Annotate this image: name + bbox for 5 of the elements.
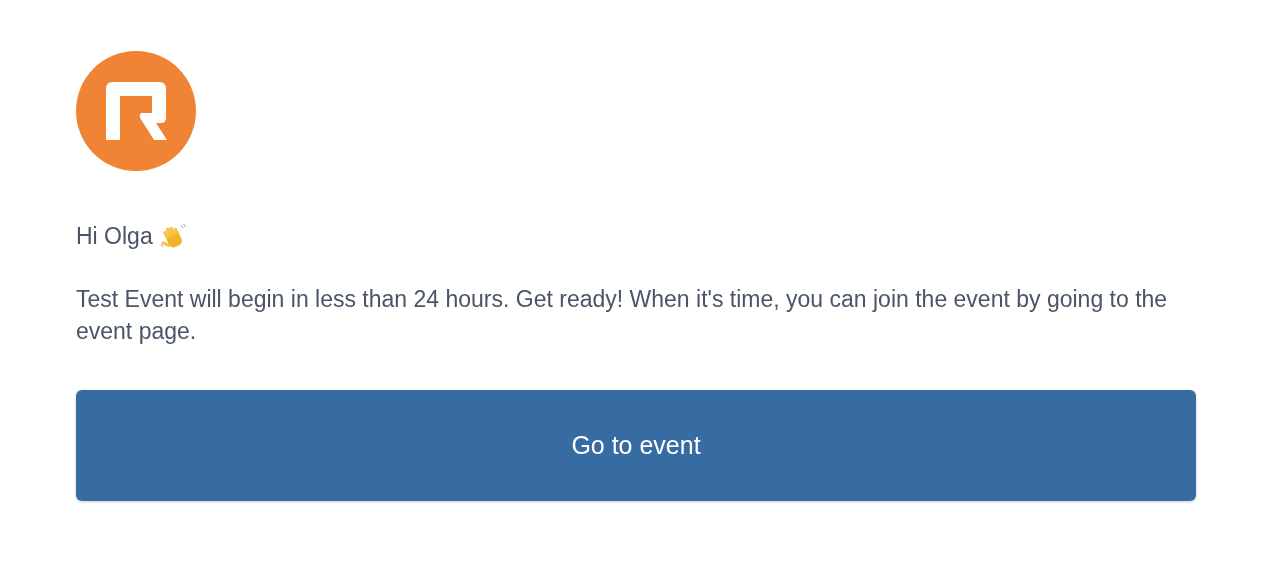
message-text: Test Event will begin in less than 24 hours. Get ready! When it's time, you can join the event by going to the event page. [76,285,1169,346]
greeting: Hi Olga [76,222,153,250]
go-to-event-button[interactable]: Go to event [76,390,1196,501]
logo-icon [76,51,196,171]
waving-hand-icon [158,222,187,250]
